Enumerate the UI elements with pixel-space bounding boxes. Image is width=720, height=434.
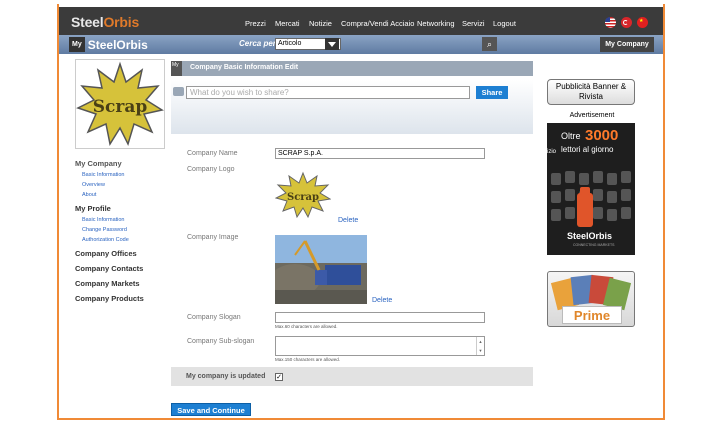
menu-company-contacts[interactable]: Company Contacts	[75, 264, 175, 273]
menu-company-products[interactable]: Company Products	[75, 294, 175, 303]
speech-bubble-icon	[173, 87, 184, 96]
menu-my-profile[interactable]: My Profile	[75, 204, 175, 213]
banner-rivista-button[interactable]: Pubblicità Banner & Rivista	[547, 79, 635, 105]
nav-mercati[interactable]: Mercati	[275, 19, 300, 28]
nav-networking[interactable]: Networking	[417, 19, 455, 28]
ad-line-1: Oltre	[561, 131, 581, 141]
menu-basic-information[interactable]: Basic Information	[82, 172, 175, 178]
nav-compra-vendi[interactable]: Compra/Vendi Acciaio	[341, 19, 414, 28]
menu-profile-basic-information[interactable]: Basic Information	[82, 217, 175, 223]
share-input[interactable]: What do you wish to share?	[186, 86, 470, 99]
subslogan-hint: Max.150 characters are allowed.	[275, 357, 341, 362]
chevron-down-icon[interactable]	[325, 38, 339, 50]
share-panel: What do you wish to share? Share	[171, 80, 533, 134]
page-frame: SteelOrbis Prezzi Mercati Notizie Compra…	[57, 4, 665, 420]
updated-label: My company is updated	[186, 373, 266, 380]
company-subslogan-label: Company Sub-slogan	[187, 338, 255, 345]
svg-text:Scrap: Scrap	[93, 97, 148, 117]
us-flag-icon[interactable]	[605, 17, 616, 28]
scrollbar[interactable]: ▲ ▼	[476, 337, 484, 355]
top-navigation-bar: SteelOrbis Prezzi Mercati Notizie Compra…	[59, 7, 663, 35]
menu-company-offices[interactable]: Company Offices	[75, 249, 175, 258]
my-steelorbis-logo[interactable]: My SteelOrbis	[69, 37, 148, 52]
ad-tagline: CONNECTING MARKETS	[573, 243, 615, 247]
menu-change-password[interactable]: Change Password	[82, 227, 175, 233]
page-title: Company Basic Information Edit	[190, 64, 299, 71]
menu-authorization-code[interactable]: Authorization Code	[82, 237, 175, 243]
nav-notizie[interactable]: Notizie	[309, 19, 332, 28]
section-title-bar: My Company Basic Information Edit	[171, 61, 533, 76]
ad-number: 3000	[585, 127, 619, 144]
delete-logo-link[interactable]: Delete	[338, 217, 358, 224]
company-name-input[interactable]: SCRAP S.p.A.	[275, 148, 485, 159]
advertisement-label: Advertisement	[569, 112, 615, 119]
prime-label: Prime	[562, 306, 622, 324]
nav-prezzi[interactable]: Prezzi	[245, 19, 266, 28]
svg-text:Scrap: Scrap	[287, 192, 319, 203]
nav-servizi[interactable]: Servizi	[462, 19, 485, 28]
advertisement-banner[interactable]: Oltre 3000 lettori al giorno izio SteelO…	[547, 123, 635, 255]
menu-company-markets[interactable]: Company Markets	[75, 279, 175, 288]
updated-checkbox[interactable]: ✓	[275, 373, 283, 381]
delete-image-link[interactable]: Delete	[372, 297, 392, 304]
ad-brand: SteelOrbis	[567, 231, 613, 241]
company-logo-label: Company Logo	[187, 166, 235, 173]
company-image	[275, 235, 367, 304]
company-avatar: Scrap	[75, 59, 165, 149]
ad-side-text: izio	[547, 149, 557, 155]
my-steelorbis-bar: My SteelOrbis Cerca per Articolo ⌕ My Co…	[59, 35, 663, 54]
menu-about[interactable]: About	[82, 192, 175, 198]
prime-banner[interactable]: Prime	[547, 271, 635, 327]
company-image-label: Company Image	[187, 234, 239, 241]
ad-line-2: lettori al giorno	[561, 145, 614, 154]
cn-flag-icon[interactable]: ★	[637, 17, 648, 28]
share-button[interactable]: Share	[476, 86, 508, 99]
updated-row: My company is updated ✓	[171, 367, 533, 386]
company-slogan-input[interactable]	[275, 312, 485, 323]
my-company-button[interactable]: My Company	[600, 37, 654, 52]
sidebar: Scrap My Company Basic Information Overv…	[75, 59, 175, 303]
scrap-logo-icon: Scrap	[76, 61, 164, 147]
company-subslogan-textarea[interactable]: ▲ ▼	[275, 336, 485, 356]
main-content: My Company Basic Information Edit What d…	[171, 61, 533, 416]
search-label: Cerca per	[239, 39, 276, 48]
save-and-continue-button[interactable]: Save and Continue	[171, 403, 251, 416]
slogan-hint: Max.60 characters are allowed.	[275, 324, 338, 329]
right-sidebar: Pubblicità Banner & Rivista Advertisemen…	[547, 79, 637, 327]
search-icon[interactable]: ⌕	[482, 37, 497, 51]
tr-flag-icon[interactable]	[621, 17, 632, 28]
menu-overview[interactable]: Overview	[82, 182, 175, 188]
steelorbis-logo[interactable]: SteelOrbis	[71, 14, 139, 30]
menu-my-company[interactable]: My Company	[75, 159, 175, 168]
nav-logout[interactable]: Logout	[493, 19, 516, 28]
company-name-label: Company Name	[187, 150, 238, 157]
my-icon: My	[171, 61, 182, 76]
company-slogan-label: Company Slogan	[187, 314, 241, 321]
company-logo-image: Scrap	[275, 171, 331, 219]
